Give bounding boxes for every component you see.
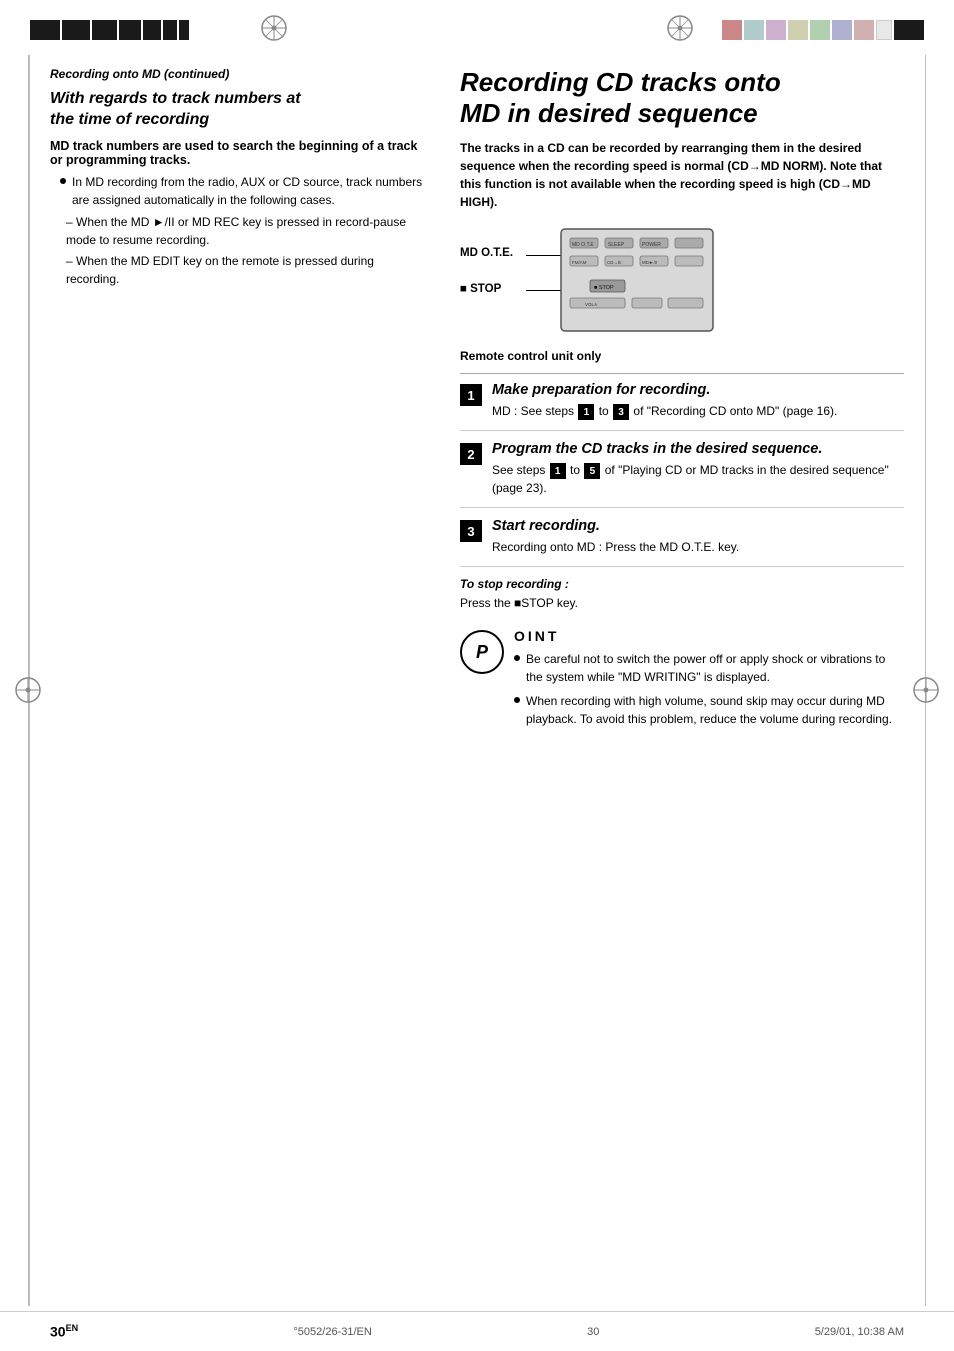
left-compass-marker bbox=[14, 676, 42, 707]
step-3-title: Start recording. bbox=[492, 518, 904, 534]
compass-icon-left bbox=[260, 14, 288, 45]
bold-intro: MD track numbers are used to search the … bbox=[50, 139, 430, 167]
compass-icon-right bbox=[666, 14, 694, 45]
sub-list-item-2: When the MD EDIT key on the remote is pr… bbox=[66, 252, 430, 288]
bullet-list: In MD recording from the radio, AUX or C… bbox=[50, 173, 430, 209]
svg-text:MD►/II: MD►/II bbox=[642, 260, 657, 265]
sub-list-item-1: When the MD ►/II or MD REC key is presse… bbox=[66, 213, 430, 249]
svg-text:SLEEP: SLEEP bbox=[608, 242, 625, 248]
step-3-number: 3 bbox=[460, 520, 482, 542]
bottom-center-page: 30 bbox=[587, 1326, 599, 1338]
step-2-number: 2 bbox=[460, 443, 482, 465]
page-number: 30EN bbox=[50, 1323, 78, 1340]
point-bullet-1: Be careful not to switch the power off o… bbox=[514, 650, 904, 686]
point-text-area: OINT Be careful not to switch the power … bbox=[514, 628, 904, 734]
md-ote-label: MD O.T.E. bbox=[460, 247, 513, 259]
point-bullet-2: When recording with high volume, sound s… bbox=[514, 692, 904, 728]
device-svg: MD O.T.E SLEEP POWER FM/AM CD→B MD►/II ■… bbox=[560, 228, 715, 333]
section-label: Recording onto MD (continued) bbox=[50, 67, 430, 81]
svg-text:POWER: POWER bbox=[642, 242, 661, 248]
point-p-circle: P bbox=[460, 630, 504, 674]
svg-text:VOL∧: VOL∧ bbox=[585, 302, 598, 307]
top-bar-left bbox=[30, 14, 298, 45]
left-column: Recording onto MD (continued) With regar… bbox=[50, 67, 430, 734]
to-stop-body: Press the ■STOP key. bbox=[460, 594, 904, 612]
remote-label: Remote control unit only bbox=[460, 349, 904, 363]
svg-text:CD→B: CD→B bbox=[607, 260, 621, 265]
step-2: 2 Program the CD tracks in the desired s… bbox=[460, 441, 904, 508]
intro-text: The tracks in a CD can be recorded by re… bbox=[460, 139, 904, 211]
step-1-body: MD : See steps 1 to 3 of "Recording CD o… bbox=[492, 402, 904, 420]
step-3: 3 Start recording. Recording onto MD : P… bbox=[460, 518, 904, 567]
device-diagram: MD O.T.E. ■ STOP MD O.T.E SLEEP POWER bbox=[460, 223, 720, 343]
svg-text:■ STOP: ■ STOP bbox=[594, 285, 614, 291]
step-1-content: Make preparation for recording. MD : See… bbox=[492, 382, 904, 420]
list-item-main: In MD recording from the radio, AUX or C… bbox=[60, 173, 430, 209]
point-bullets: Be careful not to switch the power off o… bbox=[514, 650, 904, 728]
bottom-right-timestamp: 5/29/01, 10:38 AM bbox=[815, 1326, 904, 1338]
step-1-number: 1 bbox=[460, 384, 482, 406]
left-section-heading: With regards to track numbers at the tim… bbox=[50, 89, 430, 131]
right-compass-marker bbox=[912, 676, 940, 707]
right-column: Recording CD tracks onto MD in desired s… bbox=[460, 67, 904, 734]
to-stop-section: To stop recording : Press the ■STOP key. bbox=[460, 577, 904, 612]
svg-text:FM/AM: FM/AM bbox=[572, 260, 587, 265]
step-2-title: Program the CD tracks in the desired seq… bbox=[492, 441, 904, 457]
step-2-content: Program the CD tracks in the desired seq… bbox=[492, 441, 904, 497]
bottom-left-code: °5052/26-31/EN bbox=[293, 1326, 371, 1338]
point-section: P OINT Be careful not to switch the powe… bbox=[460, 628, 904, 734]
to-stop-label: To stop recording : bbox=[460, 577, 904, 591]
right-heading: Recording CD tracks onto MD in desired s… bbox=[460, 67, 904, 129]
stop-label: ■ STOP bbox=[460, 283, 501, 295]
sub-bullet-list: When the MD ►/II or MD REC key is presse… bbox=[50, 213, 430, 288]
top-bar-right bbox=[656, 14, 924, 45]
svg-text:MD O.T.E: MD O.T.E bbox=[572, 242, 594, 248]
step-1: 1 Make preparation for recording. MD : S… bbox=[460, 382, 904, 431]
step-3-content: Start recording. Recording onto MD : Pre… bbox=[492, 518, 904, 556]
step-1-title: Make preparation for recording. bbox=[492, 382, 904, 398]
point-label: OINT bbox=[514, 628, 904, 644]
step-3-body: Recording onto MD : Press the MD O.T.E. … bbox=[492, 538, 904, 556]
step-2-body: See steps 1 to 5 of "Playing CD or MD tr… bbox=[492, 461, 904, 497]
bottom-bar: 30EN °5052/26-31/EN 30 5/29/01, 10:38 AM bbox=[0, 1311, 954, 1351]
